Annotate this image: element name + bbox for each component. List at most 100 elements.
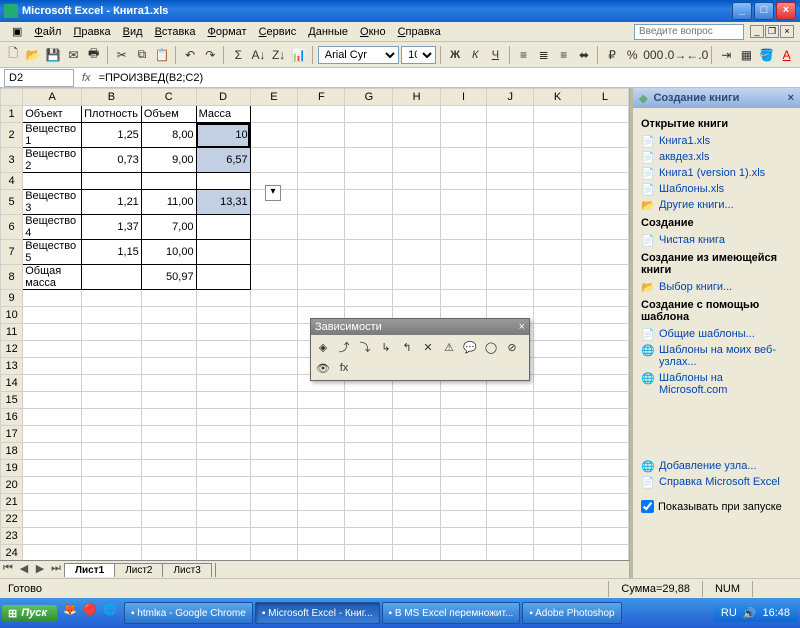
cell-L8[interactable] — [581, 265, 628, 290]
cell-E17[interactable] — [250, 426, 297, 443]
row-header-19[interactable]: 19 — [1, 460, 23, 477]
cell-A22[interactable] — [23, 511, 82, 528]
col-header-B[interactable]: B — [82, 89, 142, 106]
clear-circles-icon[interactable]: ⊘ — [503, 338, 521, 356]
row-header-7[interactable]: 7 — [1, 240, 23, 265]
cell-A1[interactable]: Объект — [23, 106, 82, 123]
tab-prev-icon[interactable]: ◀ — [16, 562, 32, 578]
cell-C11[interactable] — [141, 324, 196, 341]
new-comment-icon[interactable]: 💬 — [461, 338, 479, 356]
cell-L1[interactable] — [581, 106, 628, 123]
cell-C9[interactable] — [141, 290, 196, 307]
sheet-tab-1[interactable]: Лист2 — [114, 563, 163, 577]
print-icon[interactable]: 🖶 — [85, 45, 103, 65]
cell-L24[interactable] — [581, 545, 628, 561]
cell-F1[interactable] — [298, 106, 345, 123]
cell-B2[interactable]: 1,25 — [82, 123, 142, 148]
align-left-icon[interactable]: ≡ — [514, 45, 532, 65]
tab-next-icon[interactable]: ▶ — [32, 562, 48, 578]
cell-D2[interactable]: 10 — [196, 123, 250, 148]
cell-A15[interactable] — [23, 392, 82, 409]
cell-E10[interactable] — [250, 307, 297, 324]
cell-E8[interactable] — [250, 265, 297, 290]
cell-C19[interactable] — [141, 460, 196, 477]
cell-J17[interactable] — [487, 426, 534, 443]
underline-icon[interactable]: Ч — [486, 45, 504, 65]
recent-file-3[interactable]: Шаблоны.xls — [641, 181, 792, 197]
taskbar-item-2[interactable]: ▪ В MS Excel перемножит... — [382, 602, 521, 624]
cell-B19[interactable] — [82, 460, 142, 477]
cell-J15[interactable] — [487, 392, 534, 409]
row-header-8[interactable]: 8 — [1, 265, 23, 290]
cell-L4[interactable] — [581, 173, 628, 190]
cell-K2[interactable] — [534, 123, 581, 148]
taskpane-back-icon[interactable]: ◆ — [639, 92, 647, 105]
cell-C4[interactable] — [141, 173, 196, 190]
cell-E22[interactable] — [250, 511, 297, 528]
remove-precedents-icon[interactable]: ⤵ — [356, 338, 374, 356]
cell-L22[interactable] — [581, 511, 628, 528]
row-header-13[interactable]: 13 — [1, 358, 23, 375]
select-all-corner[interactable] — [1, 89, 23, 106]
remove-dependents-icon[interactable]: ↰ — [398, 338, 416, 356]
cell-K24[interactable] — [534, 545, 581, 561]
menu-4[interactable]: Формат — [201, 24, 252, 40]
cell-F15[interactable] — [298, 392, 345, 409]
cell-B22[interactable] — [82, 511, 142, 528]
cell-L6[interactable] — [581, 215, 628, 240]
trace-precedents-icon[interactable]: ⤴ — [335, 338, 353, 356]
remove-arrows-icon[interactable]: ✕ — [419, 338, 437, 356]
cell-C16[interactable] — [141, 409, 196, 426]
cell-H18[interactable] — [393, 443, 441, 460]
cell-I16[interactable] — [440, 409, 486, 426]
cell-E3[interactable] — [250, 148, 297, 173]
cell-E21[interactable] — [250, 494, 297, 511]
ask-question-box[interactable] — [634, 24, 744, 40]
cell-E20[interactable] — [250, 477, 297, 494]
cell-K20[interactable] — [534, 477, 581, 494]
menu-2[interactable]: Вид — [117, 24, 149, 40]
comma-icon[interactable]: 000 — [643, 45, 663, 65]
cell-K4[interactable] — [534, 173, 581, 190]
cell-A9[interactable] — [23, 290, 82, 307]
cell-H16[interactable] — [393, 409, 441, 426]
cell-E19[interactable] — [250, 460, 297, 477]
cell-K22[interactable] — [534, 511, 581, 528]
recent-file-0[interactable]: Книга1.xls — [641, 133, 792, 149]
cell-D3[interactable]: 6,57 — [196, 148, 250, 173]
cell-D17[interactable] — [196, 426, 250, 443]
cell-B17[interactable] — [82, 426, 142, 443]
cell-J18[interactable] — [487, 443, 534, 460]
show-startup-checkbox[interactable]: Показывать при запуске — [641, 500, 792, 513]
row-header-11[interactable]: 11 — [1, 324, 23, 341]
cell-D1[interactable]: Масса — [196, 106, 250, 123]
cell-G18[interactable] — [345, 443, 393, 460]
italic-icon[interactable]: К — [466, 45, 484, 65]
cell-J7[interactable] — [487, 240, 534, 265]
taskpane-close-icon[interactable]: × — [788, 92, 794, 104]
cell-F7[interactable] — [298, 240, 345, 265]
link-more-books[interactable]: Другие книги... — [641, 197, 792, 213]
cell-D9[interactable] — [196, 290, 250, 307]
cell-B7[interactable]: 1,15 — [82, 240, 142, 265]
cell-C24[interactable] — [141, 545, 196, 561]
taskbar-item-1[interactable]: ▪ Microsoft Excel - Книг... — [255, 602, 380, 624]
cell-A12[interactable] — [23, 341, 82, 358]
cell-I9[interactable] — [440, 290, 486, 307]
cell-J3[interactable] — [487, 148, 534, 173]
cell-I19[interactable] — [440, 460, 486, 477]
cell-K18[interactable] — [534, 443, 581, 460]
minimize-button[interactable]: _ — [732, 2, 752, 20]
name-box[interactable]: D2 — [4, 69, 74, 87]
link-choose-book[interactable]: Выбор книги... — [641, 279, 792, 295]
tray-lang[interactable]: RU — [721, 607, 737, 619]
cell-D15[interactable] — [196, 392, 250, 409]
cell-K23[interactable] — [534, 528, 581, 545]
cell-H22[interactable] — [393, 511, 441, 528]
undo-icon[interactable]: ↶ — [181, 45, 199, 65]
cell-I4[interactable] — [440, 173, 486, 190]
col-header-G[interactable]: G — [345, 89, 393, 106]
cell-I17[interactable] — [440, 426, 486, 443]
cell-E6[interactable] — [250, 215, 297, 240]
cell-B10[interactable] — [82, 307, 142, 324]
